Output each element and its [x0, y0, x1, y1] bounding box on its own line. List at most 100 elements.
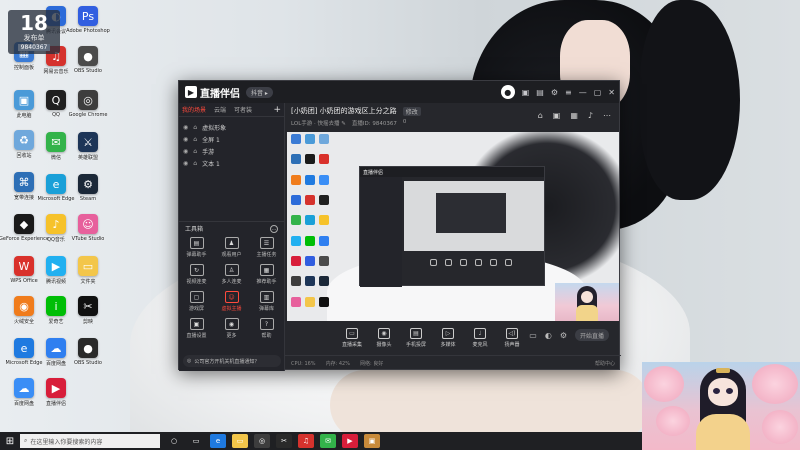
tool-item[interactable]: ▢ 游戏屏 — [179, 291, 214, 312]
extra-taskbar-icon[interactable]: ▣ — [364, 434, 380, 448]
tab-my-scenes[interactable]: 我的场景 — [182, 105, 206, 114]
eye-icon[interactable]: ◉ — [183, 148, 188, 155]
scene-item[interactable]: ◉ ⌂ 全屏 1 — [179, 133, 284, 145]
tool-item[interactable]: ↻ 视频连麦 — [179, 264, 214, 285]
title-bar[interactable]: ▶ 直播伴侣 抖音 ▸ ● ▣ ▤ ⚙ ≡ — ▢ ✕ — [179, 81, 619, 103]
wechat-taskbar-icon[interactable]: ✉ — [320, 434, 336, 448]
menu-icon[interactable]: ≡ — [565, 88, 572, 97]
search-icon: ⌕ — [24, 437, 28, 444]
desktop-icon[interactable]: ◎ Google Chrome — [69, 90, 107, 128]
desktop-icon[interactable]: ▣ 此电脑 — [8, 90, 40, 128]
tool-item[interactable]: ☺ 虚拟主播 — [214, 291, 249, 312]
source-control[interactable]: ◁) 扬声器 — [501, 328, 523, 348]
desktop-icon[interactable]: ☺ VTube Studio — [72, 214, 104, 252]
desktop-icon[interactable]: ☁ 百度网盘 — [8, 378, 40, 416]
start-button[interactable]: ⊞ — [0, 432, 20, 450]
desktop-icon[interactable]: W WPS Office — [8, 256, 40, 294]
desktop-icon[interactable]: ◉ 火绒安全 — [8, 296, 40, 334]
tab-cloud[interactable]: 云端 — [214, 105, 226, 114]
stream-preview[interactable]: 直播伴侣 — [287, 132, 619, 321]
desktop-icon[interactable]: i 爱奇艺 — [40, 296, 72, 334]
task-view-icon[interactable]: ○ — [166, 434, 182, 448]
settings-icon[interactable]: ⚙ — [551, 88, 558, 97]
lock-icon[interactable]: ⌂ — [193, 160, 197, 167]
room-category[interactable]: LOL手游 · 快摇去播 ✎ — [291, 119, 346, 127]
memory-status: 内存: 42% — [325, 361, 350, 367]
desktop-icon[interactable]: e Microsoft Edge — [38, 174, 74, 212]
desktop-icon[interactable]: ▶ 腾讯视频 — [40, 256, 72, 294]
desktop-icon[interactable]: ● OBS Studio — [72, 338, 104, 376]
scene-item[interactable]: ◉ ⌂ 虚拟形象 — [179, 121, 284, 133]
desktop-icon[interactable]: ▭ 文件夹 — [72, 256, 104, 294]
lock-icon[interactable]: ⌂ — [193, 124, 197, 131]
source-control[interactable]: ♩ 麦克风 — [469, 328, 491, 348]
bag-icon[interactable]: ▣ — [553, 111, 561, 120]
add-scene-icon[interactable]: + — [273, 105, 281, 115]
desktop-icon[interactable]: ◆ GeForce Experience — [0, 214, 49, 252]
edge-taskbar-icon[interactable]: e — [210, 434, 226, 448]
desktop-icon[interactable]: ✂ 剪映 — [72, 296, 104, 334]
tool-item[interactable]: ♟ 观看用户 — [214, 237, 249, 258]
lock-icon[interactable]: ⌂ — [193, 148, 197, 155]
live-taskbar-icon[interactable]: ▶ — [342, 434, 358, 448]
desktop-icon[interactable]: Ps Adobe Photoshop — [66, 6, 110, 44]
source-control[interactable]: ▤ 手机投屏 — [405, 328, 427, 348]
start-live-button[interactable]: 开始直播 — [575, 329, 609, 341]
edit-room-button[interactable]: 修改 — [402, 106, 421, 116]
tool-icon: ☺ — [224, 291, 239, 303]
desktop-icon[interactable]: ⚔ 英雄联盟 — [72, 132, 104, 170]
scene-item[interactable]: ◉ ⌂ 手游 — [179, 145, 284, 157]
scene-panel: 我的场景 云端 可者装 + ◉ ⌂ 虚拟形象 ◉ ⌂ 全屏 1 ◉ ⌂ 手游 ◉ ⌂ 文本 1 … — [179, 103, 285, 371]
desktop-icon[interactable]: Q QQ — [40, 90, 72, 128]
tool-item[interactable]: ◉ 更多 — [214, 318, 249, 339]
source-control[interactable]: ▭ 直播采集 — [341, 328, 363, 348]
shop-icon[interactable]: ⌂ — [538, 111, 543, 120]
toolbox-more-icon[interactable]: … — [270, 224, 278, 233]
app-taskbar-icon[interactable]: ◎ — [254, 434, 270, 448]
desktop-icon[interactable]: ⌘ 宽带连接 — [8, 172, 40, 210]
desktop-icon[interactable]: ✉ 微信 — [40, 132, 72, 170]
tab-third[interactable]: 可者装 — [234, 105, 252, 114]
desktop-icon[interactable]: ♪ QQ音乐 — [40, 214, 72, 252]
platform-badge[interactable]: 抖音 ▸ — [246, 86, 273, 98]
settings-gear-icon[interactable]: ⚙ — [560, 331, 567, 340]
desktop-icon[interactable]: ♻ 回收站 — [8, 130, 40, 168]
source-control[interactable]: ▷ 多媒体 — [437, 328, 459, 348]
tool-item[interactable]: ♙ 多人连麦 — [214, 264, 249, 285]
eye-icon[interactable]: ◉ — [183, 160, 188, 167]
tool-item[interactable]: ☰ 主播任务 — [249, 237, 284, 258]
desktop-icon[interactable]: ▶ 直播伴侣 — [40, 378, 72, 416]
eye-icon[interactable]: ◉ — [183, 136, 188, 143]
capcut-taskbar-icon[interactable]: ✂ — [276, 434, 292, 448]
task-view-icon-2[interactable]: ▭ — [188, 434, 204, 448]
taskbar-search[interactable]: ⌕ 在这里输入你要搜索的内容 — [20, 434, 160, 448]
desktop-icon[interactable]: ⚙ Steam — [72, 174, 104, 212]
tool-item[interactable]: ▣ 直播设置 — [179, 318, 214, 339]
notice-bar[interactable]: ◎ 公司官方开机关机直播通知？ — [183, 355, 281, 367]
skin-icon[interactable]: ▣ — [522, 88, 530, 97]
maximize-icon[interactable]: ▢ — [594, 88, 602, 97]
desktop-icon[interactable]: ● OBS Studio — [72, 46, 104, 84]
tool-item[interactable]: ▥ 弹幕库 — [249, 291, 284, 312]
tool-item[interactable]: ▤ 弹幕助手 — [179, 237, 214, 258]
effects-icon[interactable]: ◐ — [545, 331, 552, 340]
eye-icon[interactable]: ◉ — [183, 124, 188, 131]
source-control[interactable]: ◉ 摄像头 — [373, 328, 395, 348]
explorer-taskbar-icon[interactable]: ▭ — [232, 434, 248, 448]
desktop-icon[interactable]: e Microsoft Edge — [6, 338, 42, 376]
layout-icon[interactable]: ▦ — [570, 111, 578, 120]
lock-icon[interactable]: ⌂ — [193, 136, 197, 143]
camera-icon[interactable]: ▭ — [529, 331, 537, 340]
gift-icon[interactable]: ▤ — [536, 88, 544, 97]
minimize-icon[interactable]: — — [579, 88, 587, 97]
tool-item[interactable]: ? 帮助 — [249, 318, 284, 339]
desktop-icon[interactable]: ☁ 百度网盘 — [40, 338, 72, 376]
music-taskbar-icon[interactable]: ♫ — [298, 434, 314, 448]
user-avatar[interactable]: ● — [500, 85, 515, 99]
help-link[interactable]: 帮助中心 — [595, 360, 615, 367]
close-icon[interactable]: ✕ — [608, 88, 615, 97]
bell-icon[interactable]: ♪ — [588, 111, 593, 120]
tool-item[interactable]: ▦ 推荐助手 — [249, 264, 284, 285]
share-icon[interactable]: ⋯ — [603, 111, 611, 120]
scene-item[interactable]: ◉ ⌂ 文本 1 — [179, 157, 284, 169]
